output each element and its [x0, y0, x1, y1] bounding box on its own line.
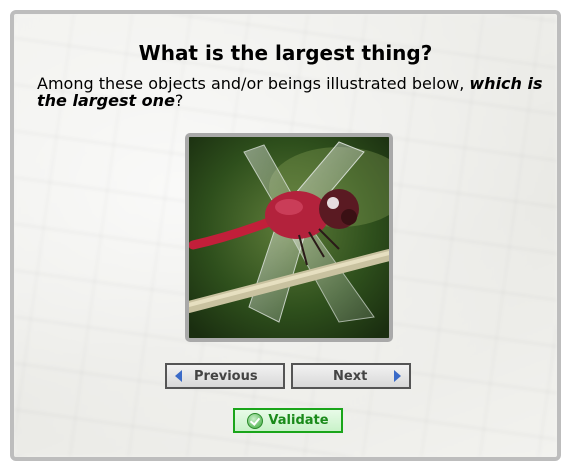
dragonfly-image	[185, 133, 393, 342]
previous-button[interactable]: Previous	[165, 363, 285, 389]
validate-label: Validate	[268, 413, 329, 428]
validate-button[interactable]: Validate	[233, 408, 343, 433]
check-circle-icon	[247, 412, 264, 429]
triangle-right-icon	[394, 370, 401, 382]
next-label: Next	[333, 368, 368, 384]
triangle-left-icon	[175, 370, 182, 382]
prompt-suffix: ?	[174, 91, 184, 110]
question-prompt: Among these objects and/or beings illust…	[37, 75, 547, 109]
next-button[interactable]: Next	[291, 363, 411, 389]
question-title: What is the largest thing?	[138, 41, 433, 65]
quiz-panel: What is the largest thing? Among these o…	[10, 10, 561, 461]
previous-label: Previous	[194, 368, 258, 384]
